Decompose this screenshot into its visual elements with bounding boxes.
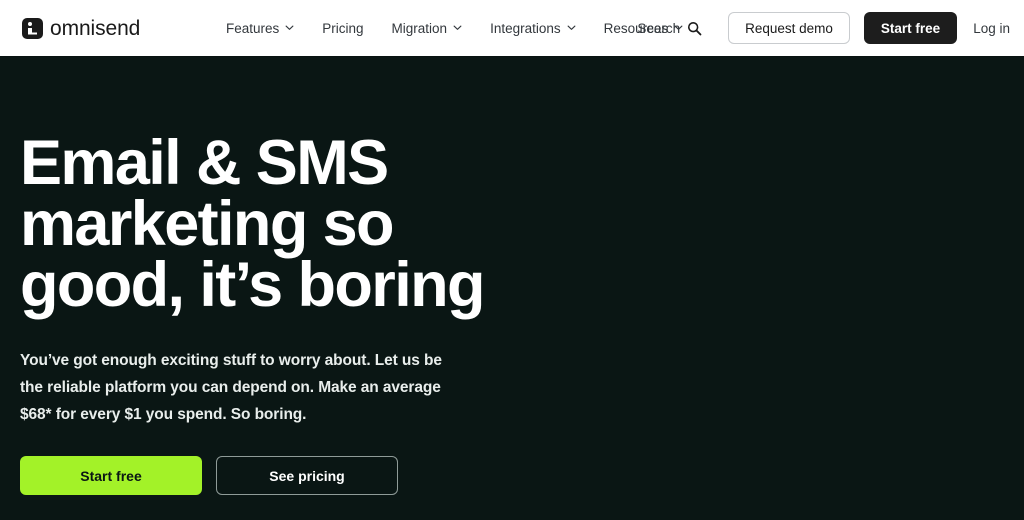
- search-icon: [687, 21, 702, 36]
- search-label: Search: [637, 20, 681, 36]
- nav-item-features[interactable]: Features: [212, 0, 308, 56]
- request-demo-button[interactable]: Request demo: [728, 12, 850, 44]
- hero-subcopy: You’ve got enough exciting stuff to worr…: [20, 352, 442, 423]
- chevron-down-icon: [567, 23, 576, 32]
- top-navigation-bar: omnisend Features Pricing Migration Inte…: [0, 0, 1024, 56]
- nav-item-integrations-label: Integrations: [490, 20, 561, 36]
- chevron-down-icon: [285, 23, 294, 32]
- hero-cta-row: Start free See pricing: [20, 428, 640, 495]
- chevron-down-icon: [453, 23, 462, 32]
- nav-item-migration-label: Migration: [391, 20, 448, 36]
- omnisend-logo-icon: [22, 17, 43, 39]
- login-link[interactable]: Log in: [973, 21, 1010, 36]
- hero-content: Email & SMS marketing so good, it’s bori…: [20, 56, 640, 495]
- hero-see-pricing-button[interactable]: See pricing: [216, 456, 398, 495]
- nav-item-features-label: Features: [226, 20, 280, 36]
- hero-start-free-button[interactable]: Start free: [20, 456, 202, 495]
- nav-item-pricing-label: Pricing: [322, 20, 364, 36]
- hero-section: Email & SMS marketing so good, it’s bori…: [0, 56, 1024, 520]
- nav-start-free-button[interactable]: Start free: [863, 12, 958, 44]
- omnisend-landing-page: omnisend Features Pricing Migration Inte…: [0, 0, 1024, 520]
- nav-item-integrations[interactable]: Integrations: [476, 0, 590, 56]
- nav-actions: Search Request demo Start free Log in: [625, 0, 1010, 56]
- search-button[interactable]: Search: [625, 0, 714, 56]
- page-title: Email & SMS marketing so good, it’s bori…: [20, 128, 485, 320]
- nav-item-pricing[interactable]: Pricing: [308, 0, 377, 56]
- brand-logo-link[interactable]: omnisend: [22, 0, 140, 56]
- nav-item-migration[interactable]: Migration: [378, 0, 477, 56]
- brand-name: omnisend: [50, 16, 141, 40]
